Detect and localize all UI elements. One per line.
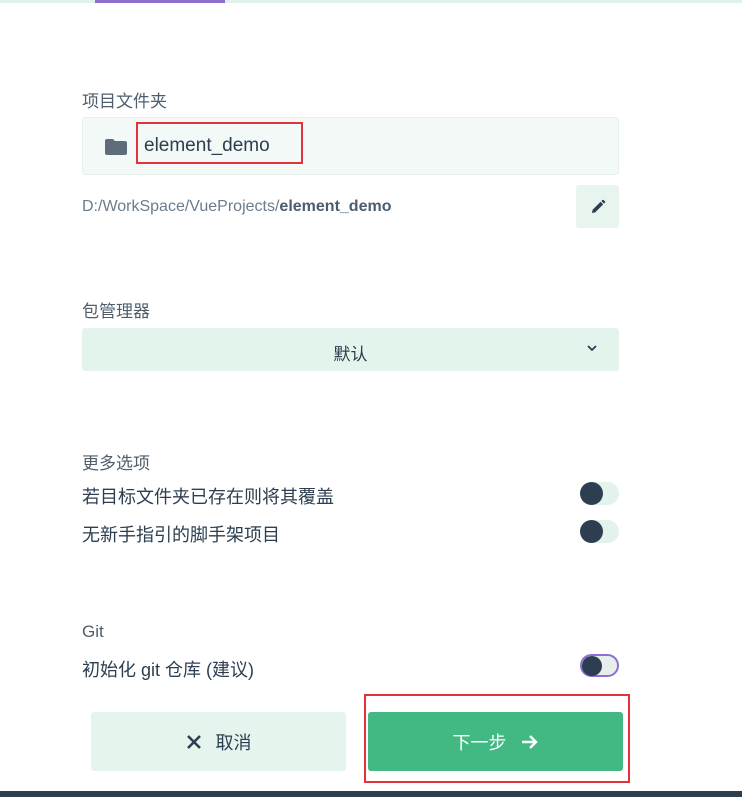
chevron-down-icon: [587, 345, 597, 352]
project-folder-input[interactable]: element_demo: [82, 117, 619, 175]
more-options-label: 更多选项: [82, 454, 150, 473]
cancel-button[interactable]: 取消: [91, 712, 346, 771]
toggle-knob: [580, 482, 603, 505]
cancel-button-label: 取消: [215, 732, 252, 753]
toggle-knob: [582, 656, 602, 676]
no-guide-toggle[interactable]: [580, 520, 619, 543]
init-git-toggle[interactable]: [580, 654, 619, 677]
folder-icon: [105, 139, 127, 155]
project-folder-name: element_demo: [144, 135, 270, 156]
overwrite-folder-toggle[interactable]: [580, 482, 619, 505]
next-step-button-label: 下一步: [452, 732, 507, 753]
edit-path-button[interactable]: [576, 185, 619, 228]
bottom-status-bar: [0, 791, 742, 797]
project-folder-label: 项目文件夹: [82, 92, 167, 111]
toggle-knob: [580, 520, 603, 543]
no-guide-option-label: 无新手指引的脚手架项目: [82, 525, 280, 545]
overwrite-folder-option-label: 若目标文件夹已存在则将其覆盖: [82, 487, 334, 507]
active-tab-indicator: [95, 0, 225, 3]
project-path-name: element_demo: [279, 198, 392, 215]
next-step-button[interactable]: 下一步: [368, 712, 623, 771]
git-label: Git: [82, 622, 104, 641]
package-manager-value: 默认: [333, 345, 368, 364]
package-manager-label: 包管理器: [82, 302, 150, 321]
arrow-right-icon: [521, 734, 538, 749]
close-icon: [186, 734, 201, 749]
package-manager-select[interactable]: 默认: [82, 328, 619, 371]
project-path-prefix: D:/WorkSpace/VueProjects/: [82, 198, 280, 215]
init-git-option-label: 初始化 git 仓库 (建议): [82, 660, 255, 680]
pencil-icon: [591, 199, 605, 213]
project-path: D:/WorkSpace/VueProjects/element_demo: [82, 198, 391, 216]
